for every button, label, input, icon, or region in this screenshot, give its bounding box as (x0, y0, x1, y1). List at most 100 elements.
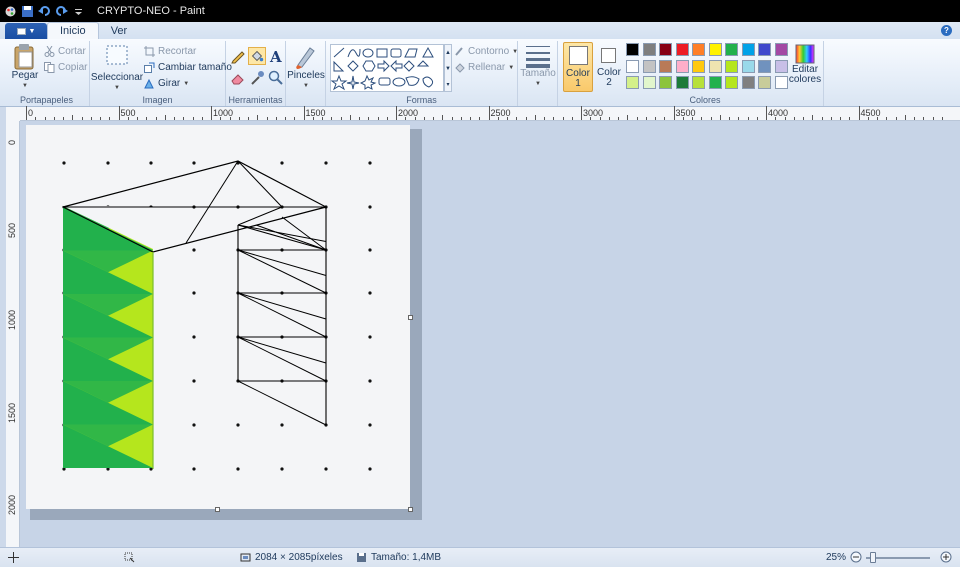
palette-swatch[interactable] (692, 76, 705, 89)
palette-swatch[interactable] (758, 43, 771, 56)
palette-swatch[interactable] (708, 43, 722, 56)
copy-button[interactable]: Copiar (44, 62, 87, 73)
fill-icon (455, 63, 465, 73)
save-icon[interactable] (21, 5, 34, 18)
group-colors: Colores (624, 41, 788, 106)
file-menu-button[interactable]: ▼ (5, 23, 47, 39)
palette-swatch[interactable] (642, 76, 656, 89)
palette-swatch[interactable] (708, 59, 722, 73)
zoom-label: 25% (826, 552, 847, 563)
zoom-slider-thumb[interactable] (870, 552, 876, 563)
ruler-tick (858, 106, 860, 120)
ruler-tick (516, 117, 518, 120)
group-label-image: Imagen (142, 95, 173, 105)
palette-swatch[interactable] (675, 59, 689, 73)
text-tool-icon[interactable]: A (268, 48, 284, 64)
palette-swatch[interactable] (626, 43, 639, 56)
select-button[interactable]: Seleccionar ▼ (91, 43, 143, 93)
palette-swatch[interactable] (741, 76, 755, 89)
tab-ver[interactable]: Ver (99, 22, 140, 39)
help-icon[interactable]: ? (941, 25, 952, 36)
grid-dot (192, 248, 196, 252)
ruler-tick (692, 117, 693, 120)
shapes-scroll[interactable]: ▲ ▼ ▾ (444, 44, 452, 92)
zoom-in-button[interactable] (940, 551, 952, 563)
color1-button[interactable]: Color 1 (563, 42, 593, 92)
cut-button[interactable]: Cortar (44, 46, 86, 57)
palette-swatch[interactable] (758, 76, 771, 89)
paint-app-icon[interactable] (4, 5, 17, 18)
ruler-tick (701, 117, 703, 120)
ruler-tick (81, 117, 83, 120)
fill-button[interactable]: Rellenar ▼ (454, 62, 514, 73)
ruler-tick (729, 117, 730, 120)
fill-bucket-icon[interactable] (248, 47, 266, 65)
grid-dot (192, 335, 196, 339)
ruler-tick (229, 117, 231, 120)
palette-swatch[interactable] (659, 76, 672, 89)
palette-swatch[interactable] (692, 59, 705, 73)
resize-handle-right[interactable] (408, 315, 413, 320)
fill-label: Rellenar (468, 62, 506, 73)
tower-brace (237, 380, 327, 426)
palette-swatch[interactable] (659, 43, 672, 56)
paste-button[interactable]: Pegar ▼ (8, 43, 42, 91)
resize-handle-bottom[interactable] (215, 507, 220, 512)
brushes-button[interactable]: Pinceles ▼ (287, 43, 325, 91)
ruler-tick (544, 117, 545, 120)
horizontal-ruler: 0 500 1000 1500 2000 2500 3000 3500 4000 4500 (20, 106, 960, 121)
palette-swatch[interactable] (659, 59, 672, 73)
ruler-tick (275, 117, 277, 120)
magnifier-icon[interactable] (268, 70, 284, 86)
ruler-tick (756, 117, 758, 120)
ruler-tick (63, 117, 64, 120)
color-picker-icon[interactable] (249, 70, 265, 86)
color1-number: 1 (575, 78, 581, 89)
zoom-out-button[interactable] (850, 551, 862, 563)
palette-swatch[interactable] (626, 76, 639, 89)
ruler-tick (914, 117, 915, 120)
outline-button[interactable]: Contorno ▼ (454, 46, 518, 57)
palette-swatch[interactable] (708, 76, 722, 89)
palette-swatch[interactable] (642, 43, 656, 56)
pencil-icon[interactable] (230, 48, 246, 64)
resize-button[interactable]: Cambiar tamaño (144, 62, 232, 73)
ruler-tick (331, 117, 333, 120)
grid-dot (280, 467, 284, 471)
palette-swatch[interactable] (725, 59, 738, 73)
grid-dot (192, 161, 196, 165)
grid-dot (368, 205, 372, 209)
palette-swatch[interactable] (675, 43, 689, 56)
size-button[interactable]: Tamaño ▼ (520, 43, 556, 89)
crop-button[interactable]: Recortar (144, 46, 196, 57)
palette-swatch[interactable] (725, 76, 738, 89)
outline-label: Contorno (468, 46, 510, 57)
palette-swatch[interactable] (741, 59, 755, 73)
line-size-icon (526, 46, 550, 68)
palette-swatch[interactable] (692, 43, 705, 56)
ruler-tick (451, 117, 453, 120)
grid-dot (280, 161, 284, 165)
palette-swatch[interactable] (642, 59, 656, 73)
grid-dot (280, 423, 284, 427)
shapes-gallery[interactable] (330, 44, 444, 92)
color2-button[interactable]: Color 2 (596, 42, 622, 92)
vertical-ruler: 0 500 1000 1500 2000 (6, 121, 20, 547)
redo-icon[interactable] (55, 5, 68, 18)
zoom-in-icon (940, 551, 952, 563)
palette-swatch[interactable] (758, 59, 771, 73)
cursor-position (8, 552, 19, 563)
tab-inicio[interactable]: Inicio (47, 22, 99, 39)
drawing-canvas[interactable] (26, 125, 410, 509)
palette-swatch[interactable] (741, 43, 755, 56)
edit-colors-button[interactable]: Editar colores (787, 43, 823, 85)
customize-toolbar-icon[interactable] (72, 5, 85, 18)
palette-swatch[interactable] (626, 59, 639, 73)
undo-icon[interactable] (38, 5, 51, 18)
palette-swatch[interactable] (675, 76, 689, 89)
palette-swatch[interactable] (725, 43, 738, 56)
resize-handle-corner[interactable] (408, 507, 413, 512)
eraser-icon[interactable] (230, 70, 246, 86)
rotate-button[interactable]: Girar ▼ (144, 78, 189, 89)
zoom-level: 25% (826, 552, 846, 563)
